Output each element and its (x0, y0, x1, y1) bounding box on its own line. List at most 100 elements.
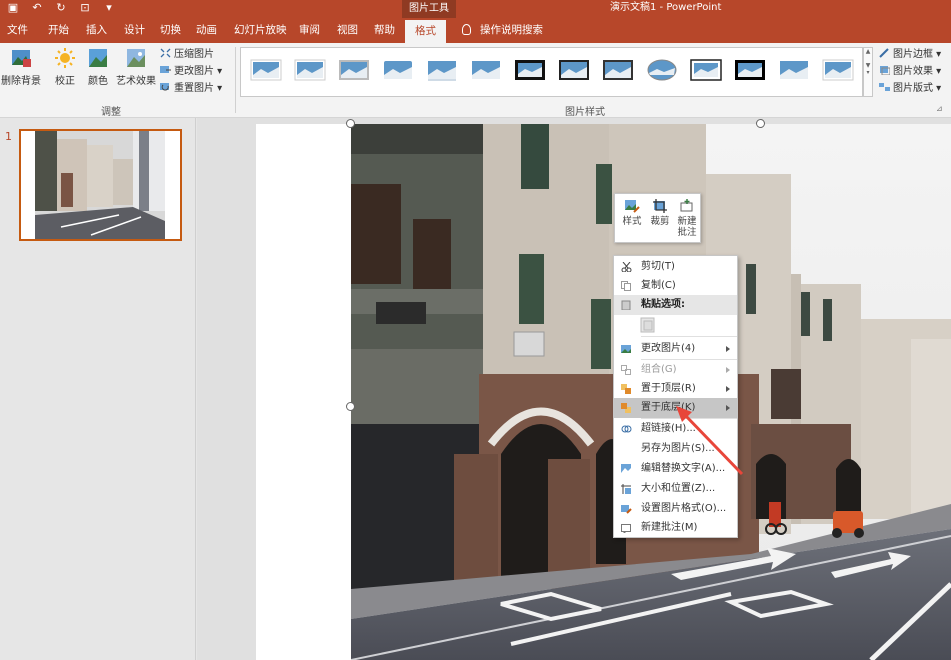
tab-animations[interactable]: 动画 (196, 18, 217, 43)
style-thumb[interactable] (514, 58, 546, 82)
tab-transitions[interactable]: 切换 (160, 18, 181, 43)
search-label: 操作说明搜索 (480, 24, 543, 36)
style-thumb[interactable] (382, 58, 414, 82)
bring-to-front-icon (621, 384, 631, 394)
new-comment-icon (680, 199, 693, 212)
tab-help[interactable]: 帮助 (374, 18, 395, 43)
reset-picture-label: 重置图片 (174, 83, 214, 94)
new-comment-label-1: 新建 (677, 216, 697, 227)
tab-file[interactable]: 文件 (7, 18, 28, 43)
change-picture-icon (160, 66, 171, 73)
title-bar: ▣ ↶ ↻ ⊡ ▾ 图片工具 演示文稿1 - PowerPoint (0, 0, 951, 18)
style-thumb[interactable] (690, 58, 722, 82)
corrections-label: 校正 (55, 76, 75, 87)
menu-paste-options-header: 粘贴选项: (614, 295, 737, 315)
tab-design[interactable]: 设计 (124, 18, 145, 43)
style-thumb[interactable] (338, 58, 370, 82)
tab-slideshow[interactable]: 幻灯片放映 (234, 18, 287, 43)
paste-picture-icon (640, 317, 655, 333)
style-thumb[interactable] (470, 58, 502, 82)
artistic-effects-button[interactable]: 艺术效果 (114, 47, 158, 87)
style-thumb[interactable] (426, 58, 458, 82)
tab-review[interactable]: 审阅 (299, 18, 320, 43)
style-thumb[interactable] (602, 58, 634, 82)
new-comment-mini-button[interactable]: 新建 批注 (674, 198, 700, 238)
color-icon (89, 49, 107, 67)
tab-home[interactable]: 开始 (48, 18, 69, 43)
style-icon (625, 200, 640, 213)
tab-view[interactable]: 视图 (337, 18, 358, 43)
style-thumb[interactable] (294, 58, 326, 82)
compress-label: 压缩图片 (174, 49, 214, 60)
style-thumb[interactable] (558, 58, 590, 82)
style-button[interactable]: 样式 (619, 198, 645, 227)
menu-label: 粘贴选项: (641, 299, 685, 310)
tab-insert[interactable]: 插入 (86, 18, 107, 43)
menu-item-new-comment[interactable]: 新建批注(M) (614, 518, 737, 538)
picture-effects-label: 图片效果 (893, 66, 933, 77)
copy-icon (621, 281, 631, 291)
style-thumb[interactable] (646, 58, 678, 82)
dialog-launcher-icon[interactable]: ⊿ (936, 101, 943, 117)
style-thumb[interactable] (734, 58, 766, 82)
slide-thumbnail-image (21, 131, 180, 239)
present-icon[interactable]: ⊡ (78, 1, 92, 14)
reset-picture-button[interactable]: 重置图片 ▾ (160, 81, 222, 97)
change-picture-icon (621, 345, 631, 353)
tell-me-search[interactable]: 操作说明搜索 (462, 18, 543, 43)
size-position-icon (621, 484, 631, 494)
picture-styles-gallery[interactable] (240, 47, 863, 97)
gallery-scroll[interactable]: ▲ ▼ ▾ (863, 47, 873, 97)
change-picture-button[interactable]: 更改图片 ▾ (160, 64, 222, 80)
picture-layout-label: 图片版式 (893, 83, 933, 94)
ribbon: 删除背景 校正 颜色 艺术效果 压缩图片 更改图片 ▾ 重置图片 ▾ 调整 ▲ ▼… (0, 43, 951, 118)
menu-item-cut[interactable]: 剪切(T) (614, 257, 737, 277)
customize-qat-icon[interactable]: ▾ (102, 1, 116, 14)
corrections-button[interactable]: 校正 (52, 47, 78, 87)
artistic-effects-label: 艺术效果 (116, 76, 156, 87)
menu-item-bring-to-front[interactable]: 置于顶层(R) (614, 379, 737, 399)
comment-icon (621, 524, 631, 533)
picture-border-label: 图片边框 (893, 49, 933, 60)
menu-label: 组合(G) (641, 364, 677, 375)
color-button[interactable]: 颜色 (85, 47, 111, 87)
style-thumb[interactable] (822, 58, 854, 82)
menu-item-copy[interactable]: 复制(C) (614, 276, 737, 296)
reset-picture-icon (160, 83, 169, 91)
document-title: 演示文稿1 - PowerPoint (610, 2, 722, 13)
menu-item-size-position[interactable]: 大小和位置(Z)... (614, 479, 737, 499)
slide-thumbnail[interactable] (19, 129, 182, 241)
remove-background-button[interactable]: 删除背景 (0, 47, 42, 87)
layout-icon (879, 83, 890, 91)
save-icon[interactable]: ▣ (6, 1, 20, 14)
menu-label: 复制(C) (641, 280, 676, 291)
sun-icon (55, 48, 75, 68)
compress-icon (160, 48, 171, 58)
picture-border-button[interactable]: 图片边框 ▾ (879, 47, 941, 63)
picture-tools-header: 图片工具 (402, 0, 456, 18)
scissors-icon (621, 262, 632, 272)
compress-pictures-button[interactable]: 压缩图片 (160, 47, 214, 63)
slide-number: 1 (5, 130, 12, 143)
quick-access-toolbar: ▣ ↶ ↻ ⊡ ▾ (6, 1, 116, 14)
menu-item-format-picture[interactable]: 设置图片格式(O)... (614, 499, 737, 519)
picture-layout-button[interactable]: 图片版式 ▾ (879, 81, 941, 97)
style-thumb[interactable] (778, 58, 810, 82)
remove-background-label: 删除背景 (1, 76, 41, 87)
crop-button[interactable]: 裁剪 (647, 198, 673, 227)
format-picture-icon (621, 505, 632, 514)
redo-icon[interactable]: ↻ (54, 1, 68, 14)
change-picture-label: 更改图片 (174, 66, 214, 77)
artistic-effects-icon (127, 49, 145, 67)
tab-format[interactable]: 格式 (405, 20, 446, 43)
group-separator (235, 47, 236, 113)
menu-item-group[interactable]: 组合(G) (614, 360, 737, 380)
undo-icon[interactable]: ↶ (30, 1, 44, 14)
color-label: 颜色 (88, 76, 108, 87)
crop-label: 裁剪 (650, 216, 670, 227)
picture-effects-button[interactable]: 图片效果 ▾ (879, 64, 941, 80)
menu-label: 大小和位置(Z)... (641, 483, 716, 494)
paste-picture-option[interactable] (639, 317, 657, 333)
style-thumb[interactable] (250, 58, 282, 82)
menu-item-change-picture[interactable]: 更改图片(4) (614, 339, 737, 359)
